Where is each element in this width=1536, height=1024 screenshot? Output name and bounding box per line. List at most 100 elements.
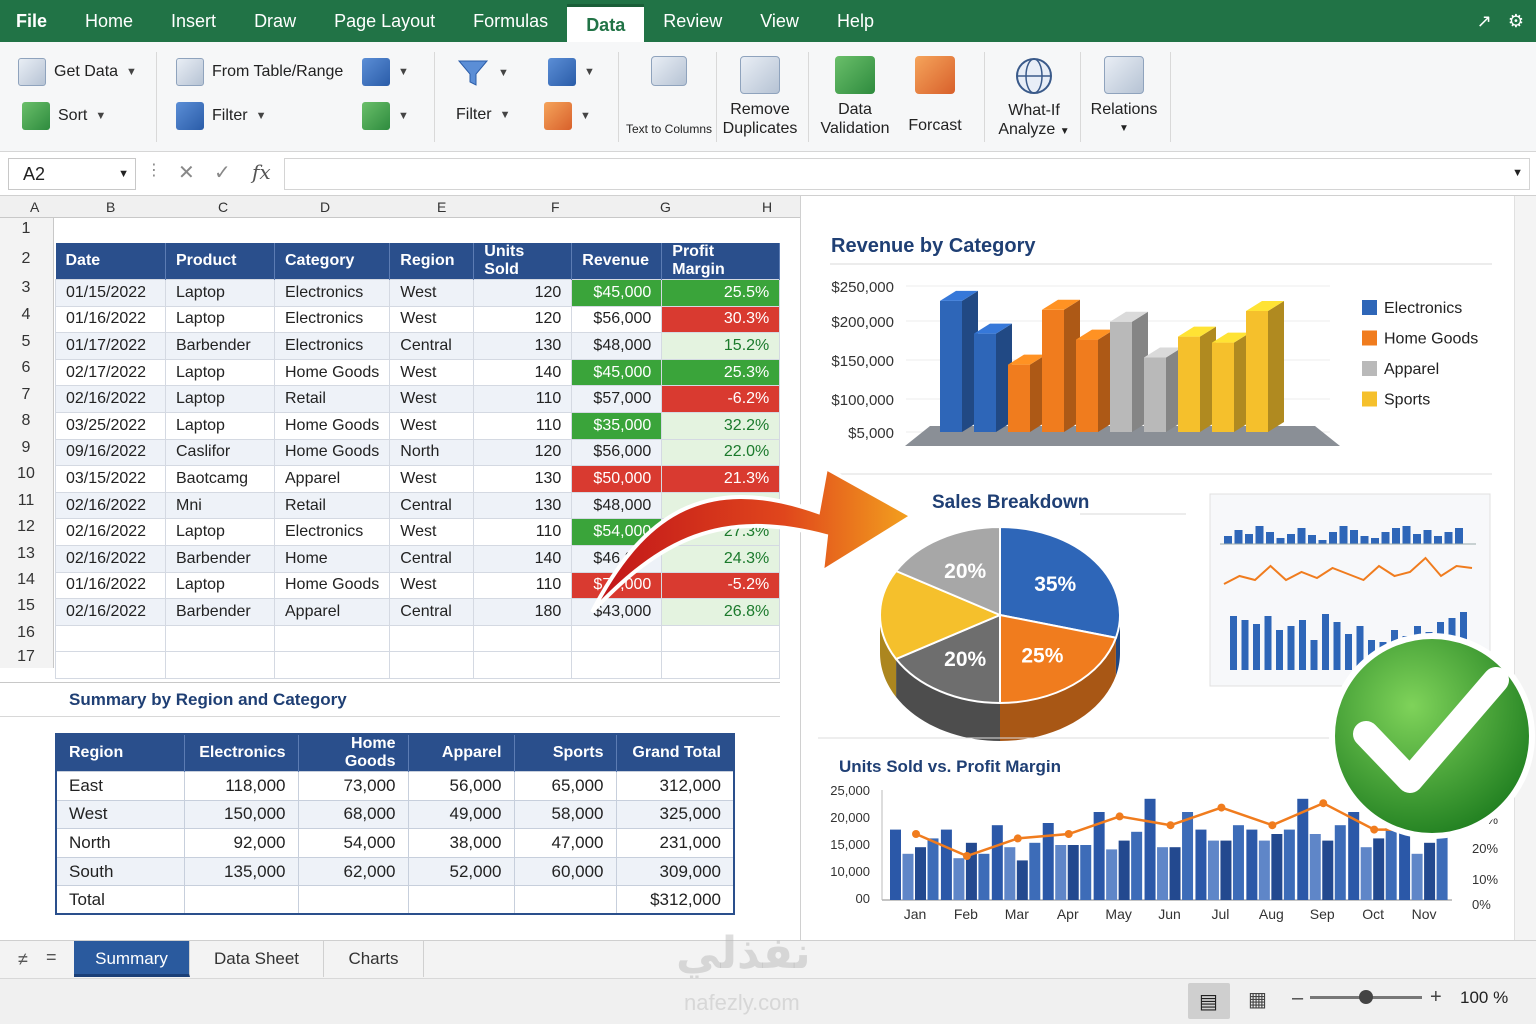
table-cell[interactable]: Retail xyxy=(273,385,391,413)
table-row[interactable]: 01/15/2022 Laptop Electronics West 120 $45,00… xyxy=(55,279,781,307)
table-cell[interactable]: West xyxy=(389,305,475,334)
row-header-17[interactable]: 17 xyxy=(0,648,52,666)
summary-cell[interactable] xyxy=(183,885,299,915)
table-cell[interactable]: 02/16/2022 xyxy=(55,518,166,546)
zoom-out-button[interactable]: – xyxy=(1292,987,1303,1010)
table-cell[interactable]: 02/16/2022 xyxy=(55,491,166,520)
row-header-9[interactable]: 9 xyxy=(0,439,52,457)
summary-row[interactable]: North 92,000 54,000 38,000 47,000 231,000 xyxy=(55,828,735,858)
menu-help[interactable]: Help xyxy=(818,0,893,42)
table-cell[interactable]: Electronics xyxy=(273,305,391,334)
table-cell[interactable]: Laptop xyxy=(165,279,275,307)
summary-cell[interactable]: 135,000 xyxy=(183,856,299,887)
table-cell[interactable]: West xyxy=(389,518,475,546)
table-cell[interactable]: Baotcamg xyxy=(165,465,275,493)
table-cell[interactable]: 09/16/2022 xyxy=(55,438,166,467)
summary-header-apparel[interactable]: Apparel xyxy=(408,734,515,772)
table-cell[interactable]: 26.8% xyxy=(661,598,781,626)
menu-review[interactable]: Review xyxy=(644,0,741,42)
menu-formulas[interactable]: Formulas xyxy=(454,0,567,42)
column-header-e[interactable]: E xyxy=(437,199,446,215)
summary-header-sports[interactable]: Sports xyxy=(514,734,617,772)
summary-cell[interactable] xyxy=(297,885,409,915)
table-cell[interactable]: $48,000 xyxy=(571,332,663,360)
from-table-button[interactable]: From Table/Range xyxy=(176,58,343,86)
table-cell[interactable]: Central xyxy=(389,598,475,626)
summary-cell[interactable] xyxy=(407,885,515,915)
table-cell[interactable]: 02/16/2022 xyxy=(55,598,166,626)
summary-cell[interactable]: 92,000 xyxy=(183,828,299,858)
table-row[interactable]: 09/16/2022 Caslifor Home Goods North 120 $56,… xyxy=(55,438,781,467)
table-row[interactable]: 01/16/2022 Laptop Home Goods West 110 $70,000… xyxy=(55,571,781,600)
summary-cell[interactable]: 73,000 xyxy=(297,771,409,801)
normal-view-button[interactable]: ▤ xyxy=(1188,983,1230,1019)
table-cell[interactable]: $56,000 xyxy=(571,438,663,467)
menu-draw[interactable]: Draw xyxy=(235,0,315,42)
restore-icon[interactable]: ↗ xyxy=(1477,11,1492,32)
table-cell[interactable]: 15.2% xyxy=(661,332,781,360)
table-cell[interactable]: 02/16/2022 xyxy=(55,385,166,413)
zoom-slider[interactable] xyxy=(1310,990,1422,1004)
table-cell[interactable]: Central xyxy=(389,491,475,520)
row-header-1[interactable]: 1 xyxy=(0,220,52,238)
summary-cell[interactable] xyxy=(513,885,617,915)
table-cell[interactable]: 140 xyxy=(473,358,573,387)
formula-input[interactable]: ▼ xyxy=(284,158,1530,190)
table-cell[interactable] xyxy=(661,651,781,679)
relations-button[interactable]: Relations ▼ xyxy=(1084,56,1164,138)
row-header-16[interactable]: 16 xyxy=(0,624,52,642)
table-cell[interactable]: Central xyxy=(389,544,475,573)
what-if-button[interactable]: What-If Analyze ▼ xyxy=(992,56,1076,141)
table-cell[interactable] xyxy=(55,651,166,679)
menu-data[interactable]: Data xyxy=(567,4,645,42)
tab-summary[interactable]: Summary xyxy=(74,941,190,977)
table-row[interactable]: 02/16/2022 Laptop Retail West 110 $57,000 -6.2… xyxy=(55,385,781,413)
row-header-14[interactable]: 14 xyxy=(0,571,52,589)
column-header-f[interactable]: F xyxy=(551,199,560,215)
column-header-h[interactable]: H xyxy=(762,199,772,215)
table-cell[interactable]: $70,000 xyxy=(571,571,663,600)
column-header-b[interactable]: B xyxy=(106,199,115,215)
table-row[interactable]: 03/25/2022 Laptop Home Goods West 110 $35,000… xyxy=(55,411,781,440)
table-cell[interactable] xyxy=(661,624,781,653)
settings-icon[interactable]: ⚙ xyxy=(1508,11,1524,32)
table-cell[interactable]: Electronics xyxy=(273,332,391,360)
menu-view[interactable]: View xyxy=(741,0,818,42)
header-product[interactable]: Product xyxy=(165,243,275,280)
table-cell[interactable]: 03/15/2022 xyxy=(55,465,166,493)
table-cell[interactable]: West xyxy=(389,411,475,440)
summary-cell[interactable]: 56,000 xyxy=(407,771,515,801)
table-cell[interactable]: $56,000 xyxy=(571,305,663,334)
table-cell[interactable]: $54,000 xyxy=(571,518,663,546)
tab-data-sheet[interactable]: Data Sheet xyxy=(190,941,324,977)
table-cell[interactable]: 25.5% xyxy=(661,491,781,520)
table-cell[interactable] xyxy=(273,651,391,679)
table-cell[interactable]: 110 xyxy=(473,571,573,600)
sort-button[interactable]: Sort ▼ xyxy=(22,102,106,130)
row-header-12[interactable]: 12 xyxy=(0,518,52,536)
table-cell[interactable]: $45,000 xyxy=(571,358,663,387)
summary-cell[interactable]: 325,000 xyxy=(615,799,735,830)
summary-cell[interactable]: $312,000 xyxy=(615,885,735,915)
header-region[interactable]: Region xyxy=(389,243,475,280)
remove-duplicates-button[interactable]: Remove Duplicates xyxy=(718,56,802,138)
table-cell[interactable]: 22.0% xyxy=(661,438,781,467)
layout-button[interactable]: ▼ xyxy=(548,58,595,86)
table-row[interactable]: 02/16/2022 Barbender Home Central 140 $46,000… xyxy=(55,544,781,573)
table-cell[interactable]: -5.2% xyxy=(661,571,781,600)
table-cell[interactable]: West xyxy=(389,385,475,413)
table-cell[interactable]: 140 xyxy=(473,544,573,573)
column-header-a[interactable]: A xyxy=(30,199,39,215)
summary-row[interactable]: South 135,000 62,000 52,000 60,000 309,000 xyxy=(55,856,735,887)
table-cell[interactable]: 01/15/2022 xyxy=(55,279,166,307)
summary-cell[interactable]: Total xyxy=(55,885,185,915)
table-cell[interactable]: North xyxy=(389,438,475,467)
table-cell[interactable]: $57,000 xyxy=(571,385,663,413)
table-cell[interactable] xyxy=(571,624,663,653)
summary-header-grand-total[interactable]: Grand Total xyxy=(616,734,735,772)
table-cell[interactable] xyxy=(273,624,391,653)
refresh-button[interactable]: ▼ xyxy=(362,102,409,130)
summary-cell[interactable]: 47,000 xyxy=(513,828,617,858)
menu-file[interactable]: File xyxy=(0,0,66,42)
summary-cell[interactable]: 231,000 xyxy=(615,828,735,858)
